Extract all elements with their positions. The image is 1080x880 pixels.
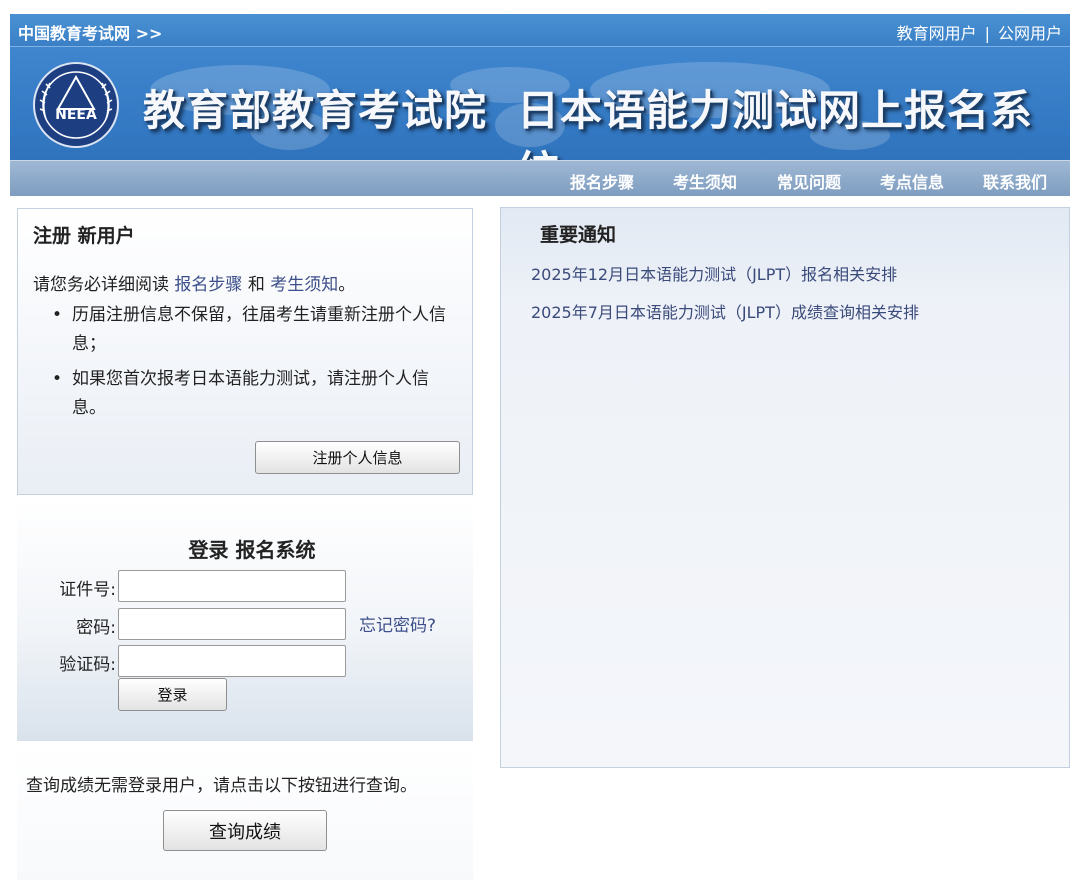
separator: | [984, 24, 990, 43]
id-number-input[interactable] [118, 570, 346, 602]
captcha-label: 验证码: [59, 655, 116, 675]
nav-item-steps[interactable]: 报名步骤 [570, 169, 634, 193]
register-rules-list: 历届注册信息不保留，往届考生请重新注册个人信息； 如果您首次报考日本语能力测试，… [50, 301, 460, 429]
register-panel: 注册 新用户 请您务必详细阅读 报名步骤 和 考生须知。 历届注册信息不保留，往… [17, 208, 473, 495]
public-user-link[interactable]: 公网用户 [998, 24, 1062, 43]
notice-panel: 重要通知 2025年12月日本语能力测试（JLPT）报名相关安排 2025年7月… [500, 207, 1070, 768]
captcha-input[interactable] [118, 645, 346, 677]
logo-text: NEEA [55, 107, 97, 123]
edu-user-link[interactable]: 教育网用户 [897, 24, 977, 43]
home-link[interactable]: 中国教育考试网 >> [18, 20, 162, 44]
intro-and: 和 [247, 275, 265, 295]
list-item: 历届注册信息不保留，往届考生请重新注册个人信息； [50, 301, 460, 359]
neea-logo-icon: NEEA [33, 62, 119, 148]
forgot-password-link[interactable]: 忘记密码? [359, 611, 436, 636]
password-input[interactable] [118, 608, 346, 640]
intro-suffix: 。 [338, 275, 356, 295]
org-title: 教育部教育考试院 [143, 86, 488, 135]
header-banner: NEEA 教育部教育考试院 日本语能力测试网上报名系统 [10, 46, 1070, 160]
notice-heading: 重要通知 [540, 224, 617, 246]
login-heading: 登录 报名系统 [188, 538, 316, 562]
notice-item[interactable]: 2025年12月日本语能力测试（JLPT）报名相关安排 [531, 261, 897, 285]
steps-link[interactable]: 报名步骤 [174, 275, 242, 295]
list-item: 如果您首次报考日本语能力测试，请注册个人信息。 [50, 365, 460, 423]
register-intro: 请您务必详细阅读 报名步骤 和 考生须知。 [33, 270, 355, 295]
id-number-label: 证件号: [59, 580, 116, 600]
login-button[interactable]: 登录 [118, 678, 227, 711]
notice-link[interactable]: 考生须知 [270, 275, 338, 295]
nav-item-notice[interactable]: 考生须知 [673, 169, 737, 193]
register-heading: 注册 新用户 [33, 225, 135, 247]
query-score-button[interactable]: 查询成绩 [163, 810, 327, 851]
intro-prefix: 请您务必详细阅读 [33, 275, 169, 295]
nav-item-faq[interactable]: 常见问题 [777, 169, 841, 193]
nav-item-contact[interactable]: 联系我们 [983, 169, 1047, 193]
register-button[interactable]: 注册个人信息 [255, 441, 460, 474]
login-panel: 登录 报名系统 证件号: 密码: 忘记密码? 验证码: 登录 [17, 500, 473, 741]
top-strip: 中国教育考试网 >> 教育网用户 | 公网用户 [10, 14, 1070, 46]
main-nav: 报名步骤 考生须知 常见问题 考点信息 联系我们 [10, 160, 1070, 196]
system-title: 日本语能力测试网上报名系统 [517, 86, 1034, 160]
nav-item-venues[interactable]: 考点信息 [880, 169, 944, 193]
user-type-switch: 教育网用户 | 公网用户 [897, 20, 1062, 44]
password-label: 密码: [76, 618, 116, 638]
query-hint: 查询成绩无需登录用户，请点击以下按钮进行查询。 [26, 776, 417, 796]
notice-item[interactable]: 2025年7月日本语能力测试（JLPT）成绩查询相关安排 [531, 299, 919, 323]
